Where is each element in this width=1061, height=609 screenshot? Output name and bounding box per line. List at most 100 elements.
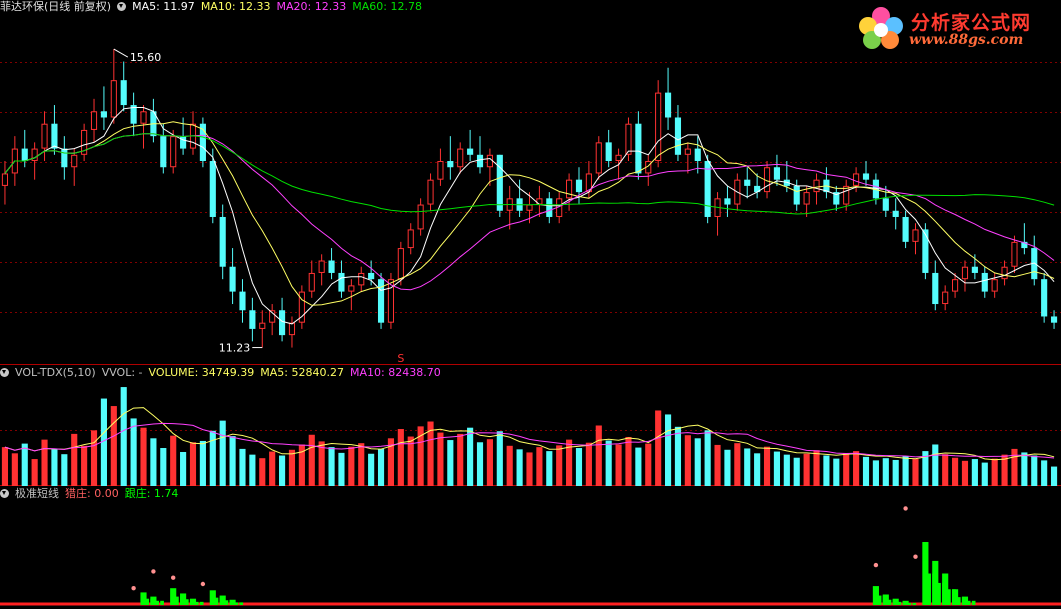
candle-down <box>219 216 226 267</box>
gen-zhuang-bar <box>155 600 159 605</box>
stock-chart[interactable]: 15.60 11.23 S <box>0 0 1061 609</box>
candle-up <box>407 229 414 249</box>
volume-bar <box>486 439 493 486</box>
volume-bar <box>377 448 385 486</box>
gen-zhuang-bar <box>239 602 244 605</box>
volume-bar <box>763 446 771 486</box>
gen-zhuang-bar <box>912 602 917 605</box>
candle-up <box>1001 266 1008 280</box>
candle-down <box>922 229 929 273</box>
volume-bar <box>714 444 721 486</box>
volume-bar <box>645 443 652 486</box>
candle-up <box>318 260 325 273</box>
gen-zhuang-bar <box>234 602 239 605</box>
volume-bar <box>308 434 315 486</box>
volume-bar <box>110 406 117 486</box>
volume-bar <box>21 443 28 486</box>
volume-bar <box>981 462 988 486</box>
volume-bar <box>81 445 88 486</box>
candle-down <box>1050 316 1058 323</box>
volume-bar <box>437 432 444 486</box>
dropdown-icon[interactable] <box>0 368 9 377</box>
volume-bar <box>724 449 731 486</box>
price-ma20: MA20: 12.33 <box>276 0 347 13</box>
candle-down <box>467 148 474 155</box>
candle-up <box>1 173 9 186</box>
candle-down <box>862 173 870 180</box>
volume-bar <box>833 458 840 486</box>
vol-vvol: VVOL: - <box>101 366 143 379</box>
volume-bar <box>536 447 543 486</box>
volume-bar <box>447 440 454 486</box>
volume-bar <box>259 458 266 486</box>
candle-up <box>595 142 602 174</box>
volume-bar <box>249 454 256 486</box>
volume-bar <box>526 452 533 486</box>
gen-zhuang-bar <box>887 599 892 605</box>
candle-down <box>575 179 583 193</box>
volume-bar <box>120 387 127 486</box>
gen-zhuang-bar <box>937 582 941 605</box>
volume-bar <box>546 451 553 486</box>
candle-up <box>813 179 820 193</box>
candle-up <box>140 111 147 124</box>
volume-bar <box>189 442 197 486</box>
price-ma5: MA5: 11.97 <box>132 0 195 13</box>
dropdown-icon[interactable] <box>117 2 127 11</box>
candle-up <box>991 279 998 292</box>
volume-bar <box>803 453 810 486</box>
candle-down <box>605 142 612 162</box>
candle-up <box>1011 241 1018 267</box>
vol-ma5: MA5: 52840.27 <box>260 366 344 379</box>
candle-down <box>279 310 286 336</box>
volume-bar <box>358 443 365 486</box>
volume-bar <box>912 459 919 486</box>
volume-bar <box>368 453 375 486</box>
candle-down <box>546 198 553 217</box>
candle-down <box>664 92 672 118</box>
low-label: 11.23 <box>219 342 251 355</box>
candle-up <box>427 179 434 205</box>
candle-up <box>288 322 296 336</box>
gen-zhuang-bar <box>145 598 150 605</box>
candle-down <box>120 80 127 106</box>
candle-down <box>180 136 187 149</box>
price-ma60: MA60: 12.78 <box>352 0 422 13</box>
candle-down <box>882 198 889 211</box>
candle-up <box>684 148 691 155</box>
price-ma10: MA10: 12.33 <box>200 0 271 13</box>
volume-bar <box>150 438 157 486</box>
candle-up <box>358 272 365 286</box>
candle-up <box>625 123 632 155</box>
candle-up <box>437 161 444 180</box>
volume-bar <box>140 427 147 486</box>
candle-down <box>100 111 107 118</box>
candle-down <box>368 272 375 280</box>
price-header: 菲达环保(日线 前复权) MA5: 11.97 MA10: 12.33 MA20: 1… <box>0 0 428 14</box>
candle-up <box>71 154 78 168</box>
candle-up <box>843 185 850 205</box>
candle-up <box>308 272 315 292</box>
volume-bar <box>704 430 711 486</box>
volume-bar <box>585 442 592 486</box>
candle-up <box>803 192 810 205</box>
candle-down <box>981 272 988 292</box>
volume-bar <box>1050 466 1058 486</box>
vol-title: VOL-TDX(5,10) <box>15 366 96 379</box>
volume-bar <box>348 446 355 486</box>
candle-down <box>793 185 800 205</box>
signal-dot <box>151 569 156 574</box>
volume-bar <box>11 453 18 486</box>
candle-down <box>902 216 909 242</box>
candle-down <box>674 117 682 155</box>
dropdown-icon[interactable] <box>0 489 9 498</box>
volume-bar <box>605 440 612 486</box>
volume-bar <box>952 457 959 486</box>
candle-down <box>51 123 58 149</box>
gen-zhuang-bar <box>214 597 219 605</box>
volume-bar <box>170 435 177 486</box>
volume-bar <box>635 447 642 486</box>
volume-bar <box>575 448 583 486</box>
volume-bar <box>813 450 820 486</box>
candle-up <box>348 285 355 292</box>
